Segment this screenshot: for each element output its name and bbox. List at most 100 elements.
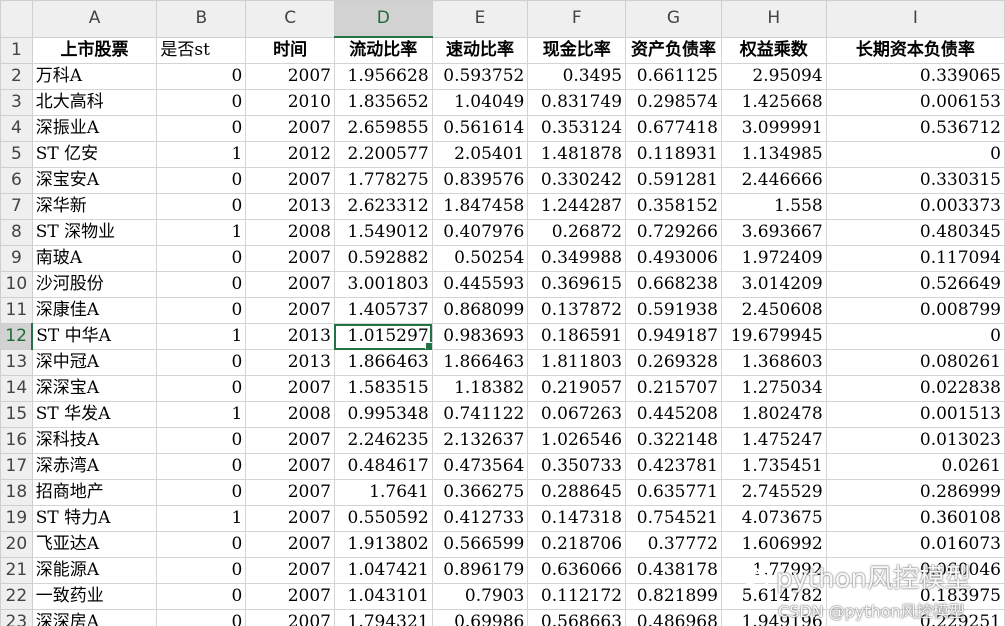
row-header-9[interactable]: 9 xyxy=(0,245,33,272)
cell-a9[interactable]: 南玻A xyxy=(31,245,158,272)
cell-c20[interactable]: 2007 xyxy=(245,531,335,558)
cell-f6[interactable]: 0.330242 xyxy=(527,167,627,194)
cell-i21[interactable]: 0.060046 xyxy=(825,557,1005,584)
cell-c11[interactable]: 2007 xyxy=(245,297,335,324)
cell-e21[interactable]: 0.896179 xyxy=(431,557,529,584)
cell-a3[interactable]: 北大高科 xyxy=(31,89,158,116)
cell-e17[interactable]: 0.473564 xyxy=(431,453,529,480)
column-header-f[interactable]: F xyxy=(527,0,627,38)
cell-c10[interactable]: 2007 xyxy=(245,271,335,298)
cell-f7[interactable]: 1.244287 xyxy=(527,193,627,220)
row-header-1[interactable]: 1 xyxy=(0,36,33,64)
cell-e8[interactable]: 0.407976 xyxy=(431,219,529,246)
cell-b6[interactable]: 0 xyxy=(156,167,247,194)
row-header-3[interactable]: 3 xyxy=(0,89,33,116)
row-header-14[interactable]: 14 xyxy=(0,375,33,402)
cell-h13[interactable]: 1.368603 xyxy=(720,349,827,376)
cell-f22[interactable]: 0.112172 xyxy=(527,583,627,610)
cell-h5[interactable]: 1.134985 xyxy=(720,141,827,168)
cell-c5[interactable]: 2012 xyxy=(245,141,335,168)
cell-f17[interactable]: 0.350733 xyxy=(527,453,627,480)
cell-h11[interactable]: 2.450608 xyxy=(720,297,827,324)
cell-c22[interactable]: 2007 xyxy=(245,583,335,610)
cell-h8[interactable]: 3.693667 xyxy=(720,219,827,246)
cell-b8[interactable]: 1 xyxy=(156,219,247,246)
cell-b5[interactable]: 1 xyxy=(156,141,247,168)
column-header-b[interactable]: B xyxy=(156,0,247,38)
row-header-21[interactable]: 21 xyxy=(0,557,33,584)
cell-h23[interactable]: 1.949196 xyxy=(720,609,827,626)
cell-b7[interactable]: 0 xyxy=(156,193,247,220)
cell-g4[interactable]: 0.677418 xyxy=(625,115,722,142)
cell-h1[interactable]: 权益乘数 xyxy=(720,36,827,64)
cell-e11[interactable]: 0.868099 xyxy=(431,297,529,324)
row-header-22[interactable]: 22 xyxy=(0,583,33,610)
cell-f10[interactable]: 0.369615 xyxy=(527,271,627,298)
cell-h19[interactable]: 4.073675 xyxy=(720,505,827,532)
cell-a18[interactable]: 招商地产 xyxy=(31,479,158,506)
cell-a2[interactable]: 万科A xyxy=(31,63,158,90)
cell-f23[interactable]: 0.568663 xyxy=(527,609,627,626)
cell-a8[interactable]: ST 深物业 xyxy=(31,219,158,246)
cell-h10[interactable]: 3.014209 xyxy=(720,271,827,298)
cell-c3[interactable]: 2010 xyxy=(245,89,335,116)
cell-e14[interactable]: 1.18382 xyxy=(431,375,529,402)
cell-d22[interactable]: 1.043101 xyxy=(333,583,433,610)
cell-d19[interactable]: 0.550592 xyxy=(333,505,433,532)
cell-h20[interactable]: 1.606992 xyxy=(720,531,827,558)
cell-d11[interactable]: 1.405737 xyxy=(333,297,433,324)
cell-i7[interactable]: 0.003373 xyxy=(825,193,1005,220)
cell-i2[interactable]: 0.339065 xyxy=(825,63,1005,90)
cell-a11[interactable]: 深康佳A xyxy=(31,297,158,324)
cell-a19[interactable]: ST 特力A xyxy=(31,505,158,532)
cell-a14[interactable]: 深深宝A xyxy=(31,375,158,402)
cell-i16[interactable]: 0.013023 xyxy=(825,427,1005,454)
cell-e18[interactable]: 0.366275 xyxy=(431,479,529,506)
cell-i19[interactable]: 0.360108 xyxy=(825,505,1005,532)
cell-c12[interactable]: 2013 xyxy=(245,323,335,350)
cell-i18[interactable]: 0.286999 xyxy=(825,479,1005,506)
row-header-7[interactable]: 7 xyxy=(0,193,33,220)
row-header-18[interactable]: 18 xyxy=(0,479,33,506)
cell-a13[interactable]: 深中冠A xyxy=(31,349,158,376)
cell-b2[interactable]: 0 xyxy=(156,63,247,90)
cell-h14[interactable]: 1.275034 xyxy=(720,375,827,402)
cell-c21[interactable]: 2007 xyxy=(245,557,335,584)
cell-e16[interactable]: 2.132637 xyxy=(431,427,529,454)
cell-i22[interactable]: 0.183975 xyxy=(825,583,1005,610)
cell-a15[interactable]: ST 华发A xyxy=(31,401,158,428)
cell-d16[interactable]: 2.246235 xyxy=(333,427,433,454)
cell-e23[interactable]: 0.69986 xyxy=(431,609,529,626)
cell-a12[interactable]: ST 中华A xyxy=(31,323,158,350)
cell-c19[interactable]: 2007 xyxy=(245,505,335,532)
cell-f20[interactable]: 0.218706 xyxy=(527,531,627,558)
cell-f11[interactable]: 0.137872 xyxy=(527,297,627,324)
cell-b17[interactable]: 0 xyxy=(156,453,247,480)
cell-f21[interactable]: 0.636066 xyxy=(527,557,627,584)
cell-i11[interactable]: 0.008799 xyxy=(825,297,1005,324)
cell-f1[interactable]: 现金比率 xyxy=(527,36,627,64)
column-header-e[interactable]: E xyxy=(431,0,529,38)
cell-f9[interactable]: 0.349988 xyxy=(527,245,627,272)
cell-e5[interactable]: 2.05401 xyxy=(431,141,529,168)
cell-h16[interactable]: 1.475247 xyxy=(720,427,827,454)
cell-i8[interactable]: 0.480345 xyxy=(825,219,1005,246)
cell-a22[interactable]: 一致药业 xyxy=(31,583,158,610)
row-header-12[interactable]: 12 xyxy=(0,323,34,350)
cell-b1[interactable]: 是否st xyxy=(156,36,247,64)
cell-d12[interactable]: 1.015297 xyxy=(333,323,433,350)
cell-h6[interactable]: 2.446666 xyxy=(720,167,827,194)
cell-g23[interactable]: 0.486968 xyxy=(625,609,722,626)
row-header-20[interactable]: 20 xyxy=(0,531,33,558)
row-header-5[interactable]: 5 xyxy=(0,141,33,168)
cell-f15[interactable]: 0.067263 xyxy=(527,401,627,428)
column-header-d[interactable]: D xyxy=(333,0,433,38)
cell-h12[interactable]: 19.679945 xyxy=(720,323,827,350)
cell-a21[interactable]: 深能源A xyxy=(31,557,158,584)
cell-g10[interactable]: 0.668238 xyxy=(625,271,722,298)
cell-a16[interactable]: 深科技A xyxy=(31,427,158,454)
cell-f3[interactable]: 0.831749 xyxy=(527,89,627,116)
cell-a4[interactable]: 深振业A xyxy=(31,115,158,142)
cell-b10[interactable]: 0 xyxy=(156,271,247,298)
cell-c6[interactable]: 2007 xyxy=(245,167,335,194)
